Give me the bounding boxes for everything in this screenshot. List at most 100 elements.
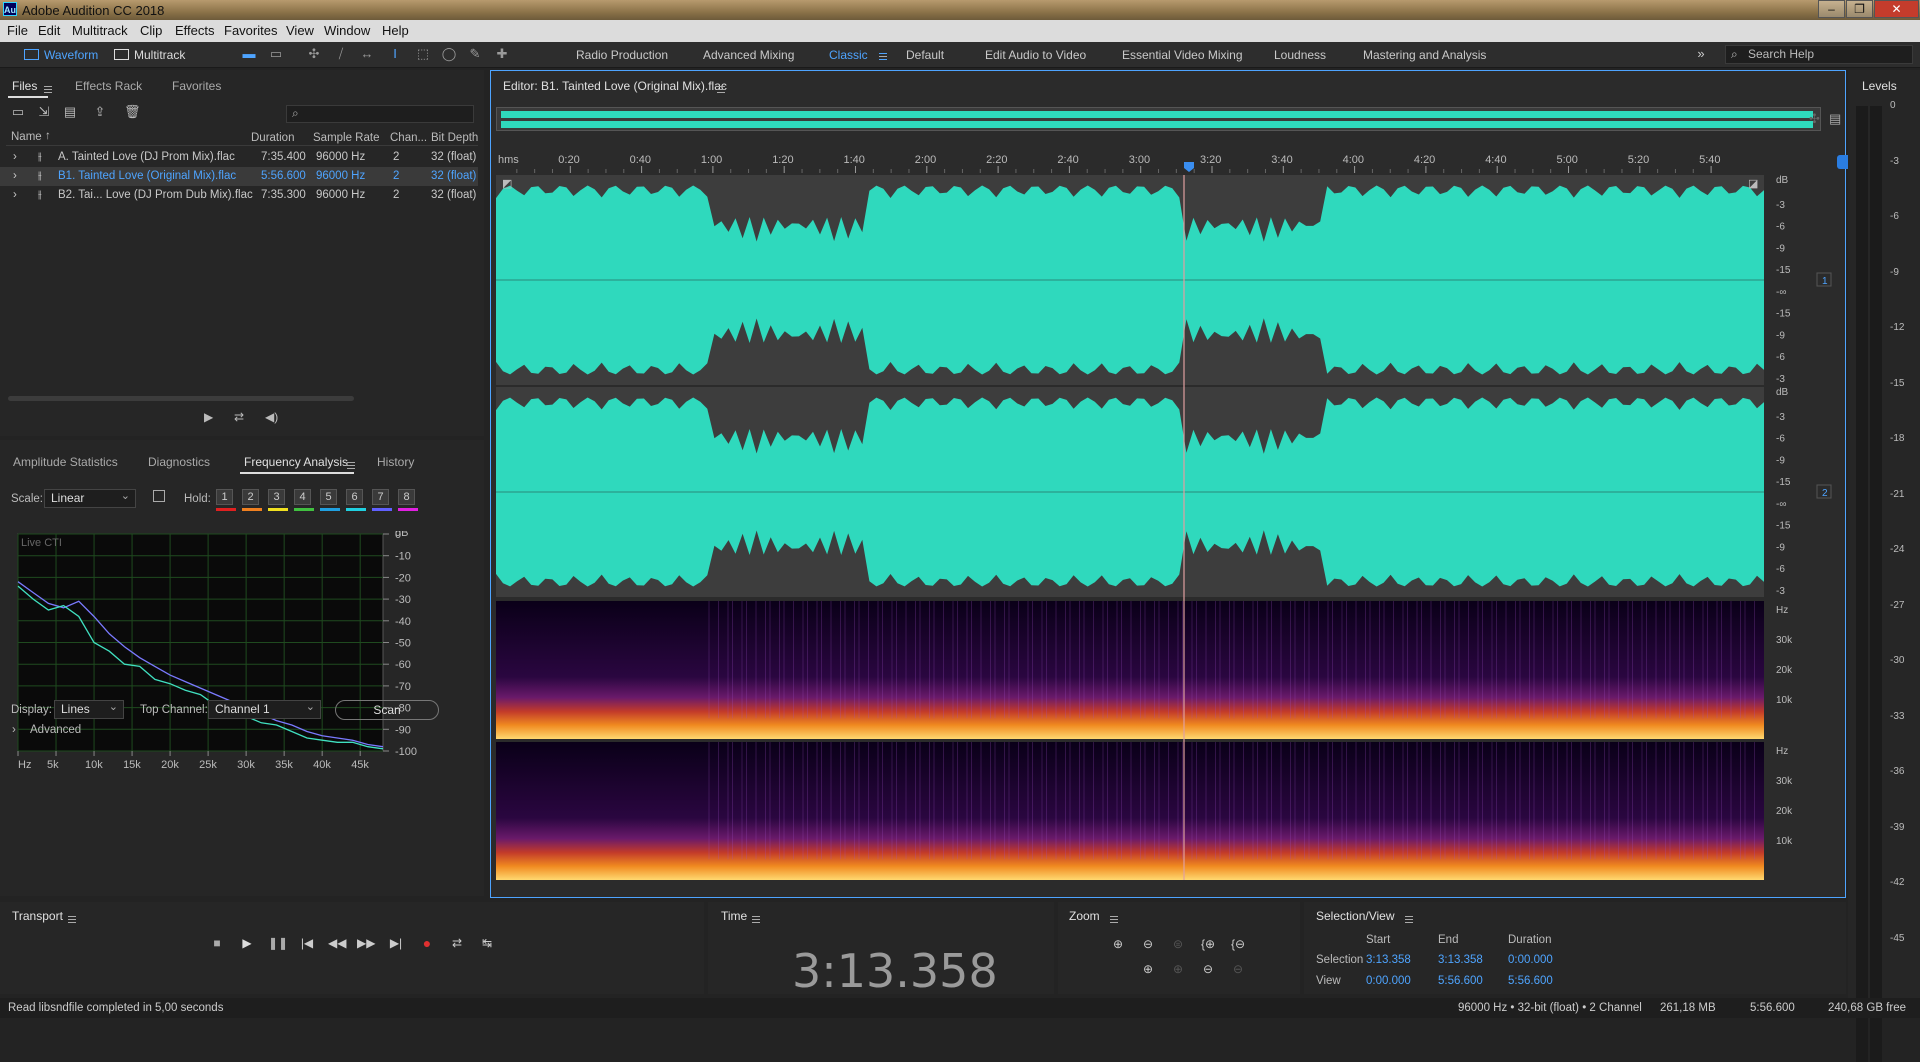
hold-button-4[interactable]: 4: [294, 489, 311, 505]
open-file-icon[interactable]: ▭: [10, 104, 26, 120]
col-channels[interactable]: Chan...: [390, 132, 427, 144]
zoom-reset-icon[interactable]: ⊜: [1168, 935, 1188, 953]
lasso-tool-icon[interactable]: ◯: [441, 46, 457, 62]
editor-menu-icon[interactable]: [717, 86, 725, 94]
zoom-in-point-icon[interactable]: ⊕: [1168, 960, 1188, 978]
expand-icon[interactable]: ›: [13, 170, 17, 182]
record-button[interactable]: ●: [418, 934, 436, 952]
menu-view[interactable]: View: [286, 23, 314, 38]
expand-icon[interactable]: ›: [13, 189, 17, 201]
file-row[interactable]: › ⫲ A. Tainted Love (DJ Prom Mix).flac 7…: [0, 148, 478, 167]
time-selection-tool-icon[interactable]: I: [387, 46, 403, 62]
loop-preview-icon[interactable]: ⇄: [234, 410, 244, 424]
close-file-icon[interactable]: 🗑: [124, 104, 141, 120]
minimize-button[interactable]: –: [1818, 0, 1845, 18]
tab-diagnostics[interactable]: Diagnostics: [148, 455, 210, 469]
move-tool-icon[interactable]: ✣: [306, 46, 322, 62]
selection-duration[interactable]: 0:00.000: [1508, 954, 1553, 966]
advanced-expand-icon[interactable]: ›: [12, 724, 16, 736]
copy-graph-icon[interactable]: [153, 490, 165, 502]
waveform-mode-button[interactable]: Waveform: [20, 45, 98, 65]
loop-playback-button[interactable]: ⇄: [448, 934, 466, 952]
slip-tool-icon[interactable]: ↔: [359, 46, 375, 62]
overview-toggle-icon[interactable]: ▤: [1829, 111, 1841, 127]
play-preview-icon[interactable]: ▶: [204, 410, 213, 424]
view-duration[interactable]: 5:56.600: [1508, 975, 1553, 987]
col-duration[interactable]: Duration: [251, 132, 294, 144]
playhead-marker-icon[interactable]: [1184, 162, 1194, 172]
zoom-out-time-icon[interactable]: {⊖: [1228, 935, 1248, 953]
files-scrollbar[interactable]: [8, 396, 354, 401]
zoom-in-time-icon[interactable]: {⊕: [1198, 935, 1218, 953]
fade-in-handle-icon[interactable]: ◩: [502, 178, 512, 190]
file-row[interactable]: › ⫲ B2. Tai... Love (DJ Prom Dub Mix).fl…: [0, 186, 478, 205]
col-sample-rate[interactable]: Sample Rate: [313, 132, 379, 144]
spectral-view-icon[interactable]: ▭: [268, 46, 284, 62]
next-button[interactable]: ▶|: [387, 934, 405, 952]
view-start[interactable]: 0:00.000: [1366, 975, 1411, 987]
razor-tool-icon[interactable]: ⧸: [333, 46, 349, 62]
files-panel-menu-icon[interactable]: [44, 86, 52, 94]
play-button[interactable]: ▶: [238, 934, 256, 952]
tab-favorites[interactable]: Favorites: [172, 79, 221, 93]
hold-button-7[interactable]: 7: [372, 489, 389, 505]
close-button[interactable]: ✕: [1874, 0, 1919, 18]
menu-clip[interactable]: Clip: [140, 23, 162, 38]
multitrack-mode-button[interactable]: Multitrack: [110, 45, 185, 65]
import-file-icon[interactable]: ⇲: [36, 104, 52, 120]
view-end[interactable]: 5:56.600: [1438, 975, 1483, 987]
workspace-essential-video-mixing[interactable]: Essential Video Mixing: [1122, 48, 1243, 62]
waveform-view-icon[interactable]: ▬: [241, 46, 257, 62]
hold-button-8[interactable]: 8: [398, 489, 415, 505]
hold-button-5[interactable]: 5: [320, 489, 337, 505]
time-menu-icon[interactable]: [752, 916, 760, 924]
scan-button[interactable]: Scan: [335, 700, 439, 720]
tab-amplitude-statistics[interactable]: Amplitude Statistics: [13, 455, 118, 469]
search-help-input[interactable]: ⌕ Search Help: [1725, 45, 1913, 64]
zoom-menu-icon[interactable]: [1110, 916, 1118, 924]
marquee-tool-icon[interactable]: ⬚: [415, 46, 431, 62]
menu-multitrack[interactable]: Multitrack: [72, 23, 128, 38]
zoom-out-amplitude-icon[interactable]: ⊖: [1138, 935, 1158, 953]
hold-button-6[interactable]: 6: [346, 489, 363, 505]
zoom-out-full-icon[interactable]: ⊖: [1198, 960, 1218, 978]
col-name[interactable]: Name: [11, 131, 42, 143]
workspace-loudness[interactable]: Loudness: [1274, 48, 1326, 62]
transport-menu-icon[interactable]: [68, 916, 76, 924]
rewind-button[interactable]: ◀◀: [328, 934, 346, 952]
selection-end[interactable]: 3:13.358: [1438, 954, 1483, 966]
previous-button[interactable]: |◀: [298, 934, 316, 952]
workspace-menu-icon[interactable]: [873, 49, 887, 63]
zoom-to-fit-icon[interactable]: ✣: [1809, 111, 1820, 127]
hold-button-1[interactable]: 1: [216, 489, 233, 505]
brush-tool-icon[interactable]: ✎: [467, 46, 483, 62]
workspace-mastering-and-analysis[interactable]: Mastering and Analysis: [1363, 48, 1486, 62]
maximize-button[interactable]: ❐: [1846, 0, 1873, 18]
advanced-label[interactable]: Advanced: [30, 724, 81, 736]
autoplay-icon[interactable]: ◀): [265, 410, 278, 424]
menu-window[interactable]: Window: [324, 23, 370, 38]
top-channel-dropdown[interactable]: Channel 1: [208, 699, 321, 719]
workspace-classic[interactable]: Classic: [829, 48, 868, 62]
insert-into-multitrack-icon[interactable]: ⇪: [92, 104, 108, 120]
pause-button[interactable]: ❚❚: [268, 934, 288, 952]
zoom-to-selection-icon[interactable]: ⊕: [1138, 960, 1158, 978]
scale-dropdown[interactable]: Linear: [44, 488, 136, 508]
menu-favorites[interactable]: Favorites: [224, 23, 277, 38]
waveform-area[interactable]: dB -3 -6 -9 -15 -∞ -15 -9 -6 -3 1 dB -3 -6 -9 -15 -∞ -15 -…: [496, 175, 1838, 897]
menu-file[interactable]: File: [7, 23, 28, 38]
file-row-selected[interactable]: › ⫲ B1. Tainted Love (Original Mix).flac…: [0, 167, 478, 186]
tab-effects-rack[interactable]: Effects Rack: [75, 79, 142, 93]
tab-history[interactable]: History: [377, 455, 414, 469]
tab-frequency-analysis[interactable]: Frequency Analysis: [244, 455, 348, 469]
selection-start[interactable]: 3:13.358: [1366, 954, 1411, 966]
overview-bar[interactable]: [496, 107, 1821, 131]
expand-icon[interactable]: ›: [13, 151, 17, 163]
fast-forward-button[interactable]: ▶▶: [357, 934, 375, 952]
menu-edit[interactable]: Edit: [38, 23, 60, 38]
zoom-in-amplitude-icon[interactable]: ⊕: [1108, 935, 1128, 953]
tab-files[interactable]: Files: [12, 79, 37, 93]
selection-menu-icon[interactable]: [1405, 916, 1413, 924]
hold-button-3[interactable]: 3: [268, 489, 285, 505]
new-file-icon[interactable]: ▤: [62, 104, 78, 120]
